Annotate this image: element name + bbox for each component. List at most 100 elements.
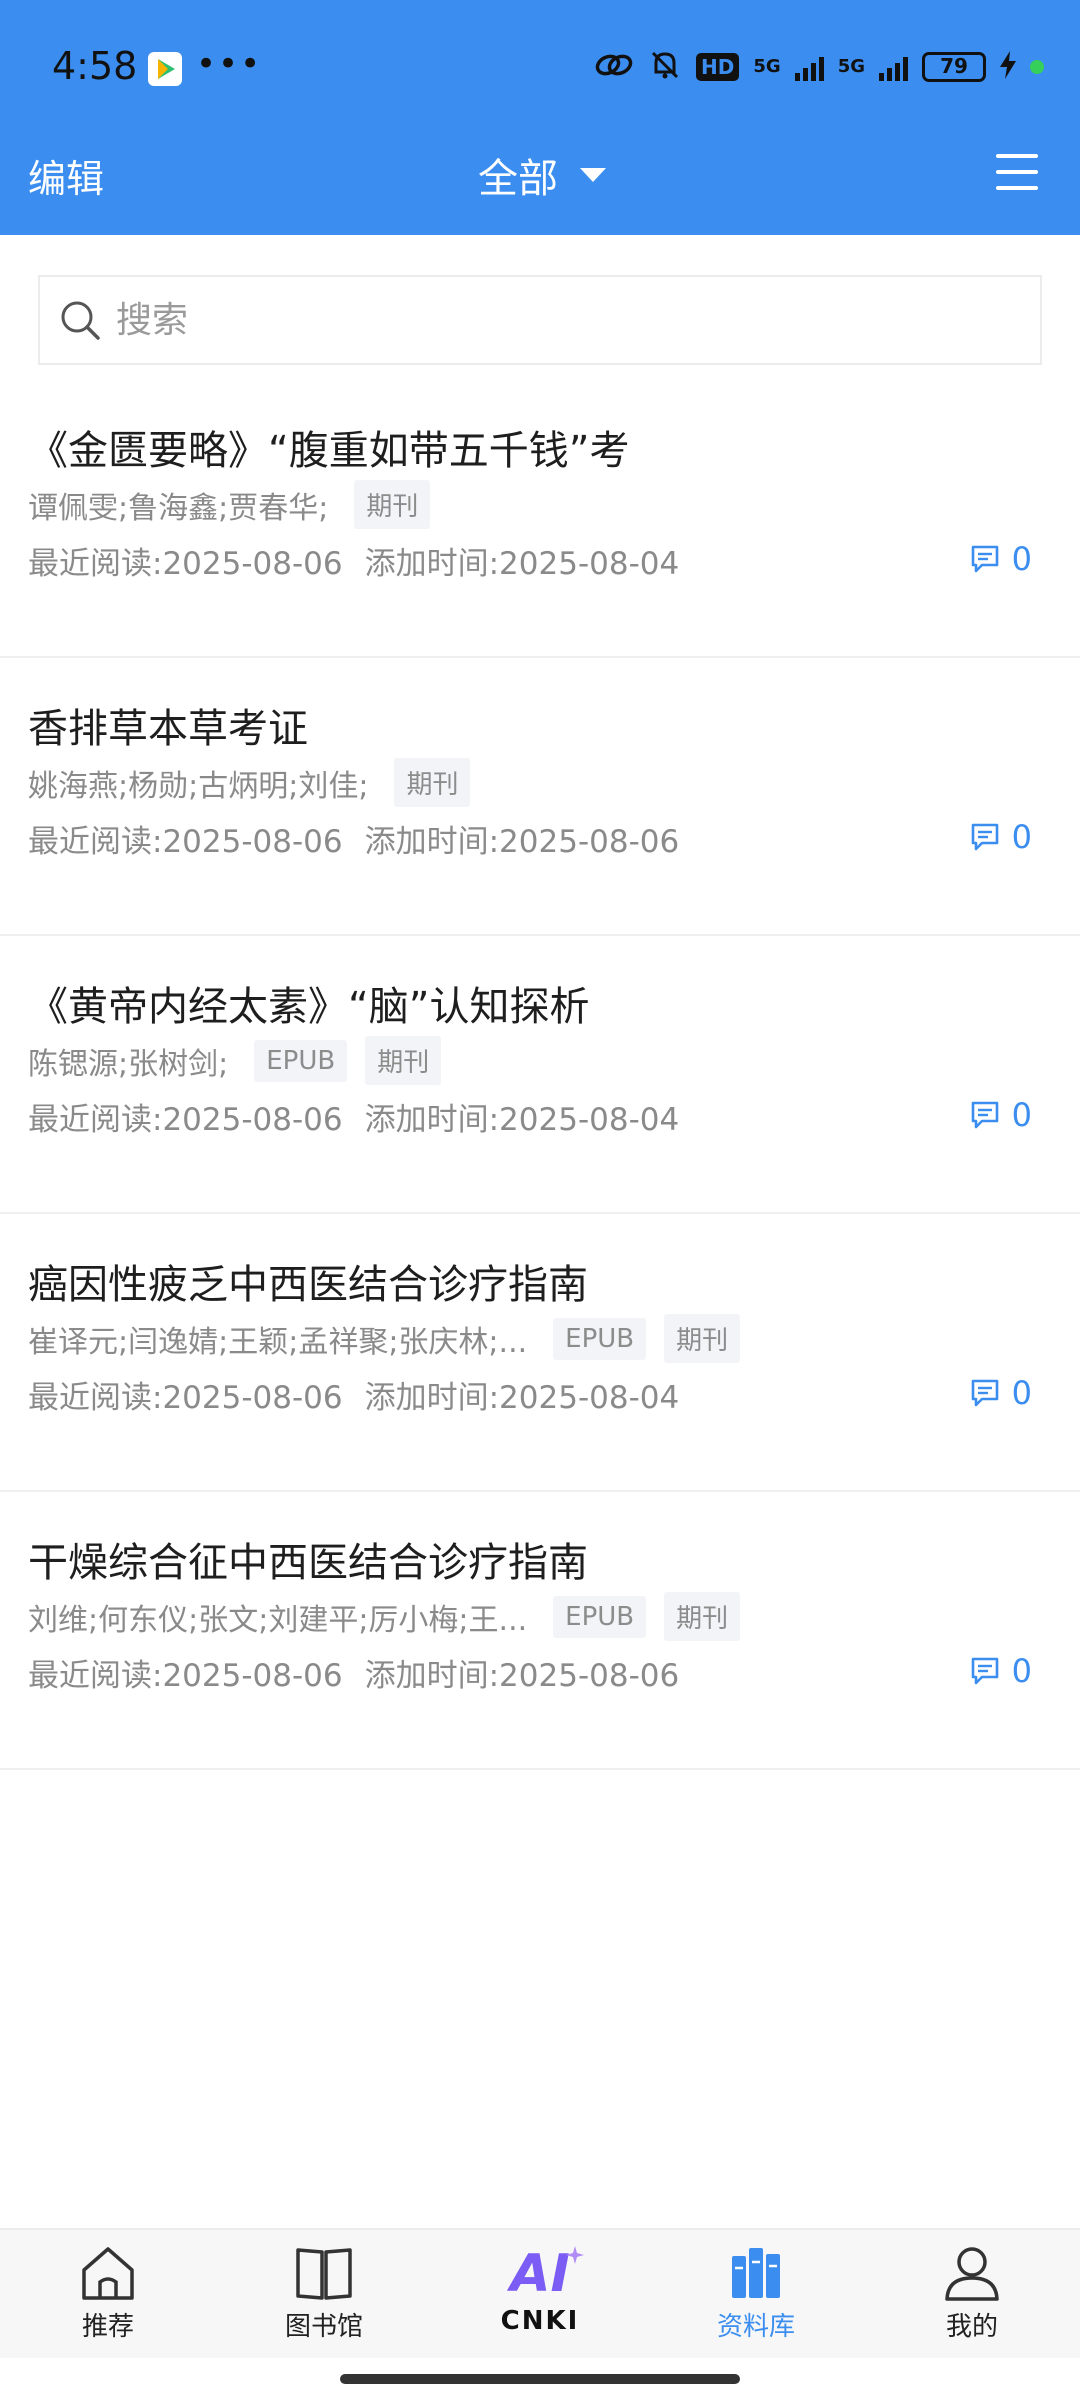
document-item[interactable]: 《黄帝内经太素》“脑”认知探析 陈锶源;张树剑; EPUB 期刊 最近阅读:20… bbox=[0, 936, 1080, 1214]
recent-read-date: 最近阅读:2025-08-06 bbox=[28, 824, 343, 860]
document-dates: 最近阅读:2025-08-06 添加时间:2025-08-06 bbox=[28, 1650, 679, 1695]
document-meta: 姚海燕;杨勋;古炳明;刘佳; 期刊 bbox=[28, 758, 471, 807]
recent-read-date: 最近阅读:2025-08-06 bbox=[28, 546, 343, 582]
comment-button[interactable]: 0 bbox=[970, 1374, 1032, 1412]
added-date: 添加时间:2025-08-06 bbox=[364, 1658, 680, 1694]
ai-logo-text: AI bbox=[510, 2244, 570, 2304]
cnki-label: CNKI bbox=[500, 2306, 580, 2336]
added-date: 添加时间:2025-08-06 bbox=[364, 824, 680, 860]
edit-button[interactable]: 编辑 bbox=[28, 148, 104, 203]
recent-read-date: 最近阅读:2025-08-06 bbox=[28, 1380, 343, 1416]
recent-read-date: 最近阅读:2025-08-06 bbox=[28, 1658, 343, 1694]
comment-icon bbox=[971, 1379, 998, 1407]
menu-button[interactable] bbox=[996, 154, 1038, 190]
search-icon bbox=[61, 301, 100, 340]
home-icon bbox=[82, 2247, 134, 2300]
battery-level: 79 bbox=[940, 54, 968, 78]
recent-read-date: 最近阅读:2025-08-06 bbox=[28, 1102, 343, 1138]
books-stack-icon bbox=[732, 2248, 780, 2298]
document-list: 《金匮要略》“腹重如带五千钱”考 谭佩雯;鲁海鑫;贾春华; 期刊 最近阅读:20… bbox=[0, 380, 1080, 1770]
comment-count: 0 bbox=[1011, 818, 1032, 856]
document-authors: 谭佩雯;鲁海鑫;贾春华; bbox=[28, 490, 329, 526]
menu-icon-line bbox=[996, 170, 1038, 174]
search-input[interactable] bbox=[116, 299, 916, 341]
document-authors: 陈锶源;张树剑; bbox=[28, 1046, 229, 1082]
document-meta: 陈锶源;张树剑; EPUB 期刊 bbox=[28, 1036, 442, 1085]
nav-label-library: 图书馆 bbox=[284, 2312, 363, 2342]
document-meta: 崔译元;闫逸婧;王颖;孟祥聚;张庆林;... EPUB 期刊 bbox=[28, 1314, 741, 1363]
status-time: 4:58 bbox=[52, 44, 138, 88]
filter-label: 全部 bbox=[478, 156, 558, 202]
home-indicator[interactable] bbox=[340, 2374, 740, 2384]
tag-journal: 期刊 bbox=[664, 1314, 741, 1363]
menu-icon-line bbox=[996, 154, 1038, 158]
link-icon bbox=[594, 50, 634, 84]
document-authors: 崔译元;闫逸婧;王颖;孟祥聚;张庆林;... bbox=[28, 1324, 528, 1360]
document-title: 癌因性疲乏中西医结合诊疗指南 bbox=[28, 1262, 588, 1308]
comment-count: 0 bbox=[1011, 1096, 1032, 1134]
bottom-navigation: 推荐 图书馆 AI CNKI 资料库 我的 bbox=[0, 2228, 1080, 2358]
comment-button[interactable]: 0 bbox=[970, 540, 1032, 578]
comment-count: 0 bbox=[1011, 540, 1032, 578]
tag-epub: EPUB bbox=[553, 1317, 647, 1360]
comment-count: 0 bbox=[1011, 1652, 1032, 1690]
tag-epub: EPUB bbox=[553, 1595, 647, 1638]
signal-icon-2 bbox=[879, 53, 908, 81]
comment-button[interactable]: 0 bbox=[970, 1652, 1032, 1690]
comment-icon bbox=[971, 1657, 998, 1685]
user-icon bbox=[945, 2247, 999, 2301]
comment-button[interactable]: 0 bbox=[970, 818, 1032, 856]
hd-badge: HD bbox=[696, 53, 740, 81]
added-date: 添加时间:2025-08-04 bbox=[364, 1380, 680, 1416]
added-date: 添加时间:2025-08-04 bbox=[364, 546, 680, 582]
filter-dropdown[interactable]: 全部 bbox=[478, 146, 606, 204]
network-type-2: 5G bbox=[837, 56, 865, 77]
document-item[interactable]: 干燥综合征中西医结合诊疗指南 刘维;何东仪;张文;刘建平;厉小梅;王... EP… bbox=[0, 1492, 1080, 1770]
app-header: 编辑 全部 bbox=[0, 130, 1080, 235]
sparkle-icon bbox=[565, 2246, 584, 2264]
muted-bell-icon bbox=[648, 48, 682, 86]
document-item[interactable]: 《金匮要略》“腹重如带五千钱”考 谭佩雯;鲁海鑫;贾春华; 期刊 最近阅读:20… bbox=[0, 380, 1080, 658]
charging-icon bbox=[1000, 51, 1016, 83]
tag-epub: EPUB bbox=[254, 1039, 348, 1082]
chevron-down-icon bbox=[580, 168, 606, 182]
status-bar: 4:58 ••• HD 5G 5G 79 bbox=[0, 0, 1080, 140]
document-dates: 最近阅读:2025-08-06 添加时间:2025-08-04 bbox=[28, 1094, 679, 1139]
document-meta: 刘维;何东仪;张文;刘建平;厉小梅;王... EPUB 期刊 bbox=[28, 1592, 741, 1641]
search-bar[interactable] bbox=[38, 275, 1042, 365]
tag-journal: 期刊 bbox=[394, 758, 471, 807]
document-title: 香排草本草考证 bbox=[28, 706, 308, 752]
document-dates: 最近阅读:2025-08-06 添加时间:2025-08-04 bbox=[28, 538, 679, 583]
play-store-icon bbox=[148, 52, 182, 86]
document-title: 《金匮要略》“腹重如带五千钱”考 bbox=[28, 428, 630, 474]
battery-icon: 79 bbox=[922, 52, 986, 82]
document-item[interactable]: 癌因性疲乏中西医结合诊疗指南 崔译元;闫逸婧;王颖;孟祥聚;张庆林;... EP… bbox=[0, 1214, 1080, 1492]
nav-tab-home[interactable]: 推荐 bbox=[0, 2230, 216, 2358]
ai-logo-icon: AI bbox=[510, 2244, 584, 2304]
nav-label-me: 我的 bbox=[945, 2312, 998, 2342]
nav-label-collection: 资料库 bbox=[716, 2312, 795, 2342]
nav-tab-me[interactable]: 我的 bbox=[864, 2230, 1080, 2358]
menu-icon-line bbox=[996, 186, 1038, 190]
nav-tab-collection[interactable]: 资料库 bbox=[648, 2230, 864, 2358]
status-indicators: HD 5G 5G 79 bbox=[594, 48, 1044, 86]
document-title: 《黄帝内经太素》“脑”认知探析 bbox=[28, 984, 590, 1030]
nav-tab-cnki-ai[interactable]: AI CNKI bbox=[432, 2230, 648, 2358]
tag-journal: 期刊 bbox=[365, 1036, 442, 1085]
document-dates: 最近阅读:2025-08-06 添加时间:2025-08-04 bbox=[28, 1372, 679, 1417]
document-authors: 姚海燕;杨勋;古炳明;刘佳; bbox=[28, 768, 369, 804]
comment-icon bbox=[971, 823, 998, 851]
comment-button[interactable]: 0 bbox=[970, 1096, 1032, 1134]
document-authors: 刘维;何东仪;张文;刘建平;厉小梅;王... bbox=[28, 1602, 528, 1638]
nav-tab-library[interactable]: 图书馆 bbox=[216, 2230, 432, 2358]
tag-journal: 期刊 bbox=[354, 480, 431, 529]
document-dates: 最近阅读:2025-08-06 添加时间:2025-08-06 bbox=[28, 816, 679, 861]
book-icon bbox=[296, 2248, 352, 2300]
added-date: 添加时间:2025-08-04 bbox=[364, 1102, 680, 1138]
comment-count: 0 bbox=[1011, 1374, 1032, 1412]
document-meta: 谭佩雯;鲁海鑫;贾春华; 期刊 bbox=[28, 480, 431, 529]
document-item[interactable]: 香排草本草考证 姚海燕;杨勋;古炳明;刘佳; 期刊 最近阅读:2025-08-0… bbox=[0, 658, 1080, 936]
privacy-indicator-dot bbox=[1030, 60, 1044, 74]
network-type-1: 5G bbox=[753, 56, 781, 77]
comment-icon bbox=[971, 1101, 998, 1129]
